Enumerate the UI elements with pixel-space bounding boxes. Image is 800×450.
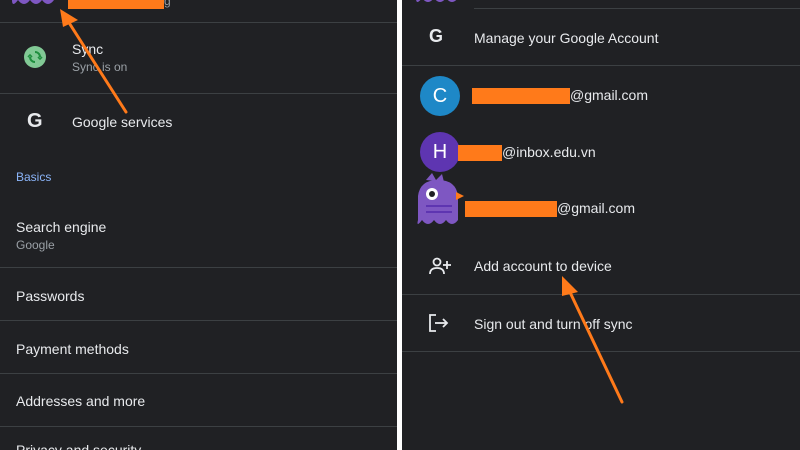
addresses-row[interactable]: Addresses and more: [0, 374, 397, 426]
sign-out-label: Sign out and turn off sync: [474, 316, 633, 332]
search-engine-value: Google: [16, 238, 55, 252]
redaction-bar: [458, 145, 502, 162]
redaction-bar: [465, 201, 557, 218]
email-domain: @gmail.com: [557, 200, 636, 216]
add-person-icon: [429, 257, 451, 275]
privacy-label[interactable]: Privacy and security: [16, 442, 141, 450]
sync-status: Sync is on: [72, 60, 128, 74]
account-email-partial: g: [164, 0, 171, 8]
account-row[interactable]: C @gmail.com: [402, 66, 800, 124]
account-email: g: [68, 0, 171, 10]
search-engine-title: Search engine: [16, 219, 107, 235]
account-avatar-h: H: [420, 132, 460, 172]
search-engine-row[interactable]: Search engine Google: [0, 200, 397, 266]
account-avatar[interactable]: [8, 0, 58, 10]
account-avatar-c: C: [420, 76, 460, 116]
sync-title: Sync: [72, 41, 104, 57]
account-email: @gmail.com: [472, 87, 649, 105]
manage-account-row[interactable]: G Manage your Google Account: [402, 9, 800, 65]
sync-row[interactable]: Sync Sync is on: [0, 23, 397, 93]
bird-avatar: [412, 172, 464, 228]
google-g-icon: G: [429, 26, 444, 46]
divider: [402, 351, 800, 352]
chrome-settings-panel: g Sync Sync is on G Google services Basi…: [0, 0, 397, 450]
section-heading-basics: Basics: [16, 170, 52, 184]
google-g-icon: G: [27, 110, 43, 132]
addresses-label: Addresses and more: [16, 393, 146, 409]
current-account-avatar: [414, 0, 460, 8]
google-services-row[interactable]: G Google services: [0, 94, 397, 150]
manage-account-label: Manage your Google Account: [474, 30, 659, 46]
email-domain: @gmail.com: [570, 87, 649, 103]
redaction-bar: [472, 88, 570, 105]
add-account-label: Add account to device: [474, 258, 612, 274]
email-domain: @inbox.edu.vn: [502, 144, 596, 160]
add-account-row[interactable]: Add account to device: [402, 238, 800, 294]
passwords-label: Passwords: [16, 288, 85, 304]
account-email: @inbox.edu.vn: [458, 144, 596, 162]
google-services-label: Google services: [72, 114, 173, 130]
sync-icon: [24, 46, 46, 68]
sign-out-icon: [429, 314, 449, 332]
sign-out-row[interactable]: Sign out and turn off sync: [402, 295, 800, 351]
account-row[interactable]: @gmail.com: [402, 173, 800, 238]
payment-methods-row[interactable]: Payment methods: [0, 321, 397, 373]
divider: [0, 426, 397, 427]
account-menu-panel: G Manage your Google Account C @gmail.co…: [402, 0, 800, 450]
payment-methods-label: Payment methods: [16, 341, 129, 357]
redaction-bar: [68, 0, 164, 9]
passwords-row[interactable]: Passwords: [0, 268, 397, 320]
account-email: @gmail.com: [465, 200, 636, 218]
